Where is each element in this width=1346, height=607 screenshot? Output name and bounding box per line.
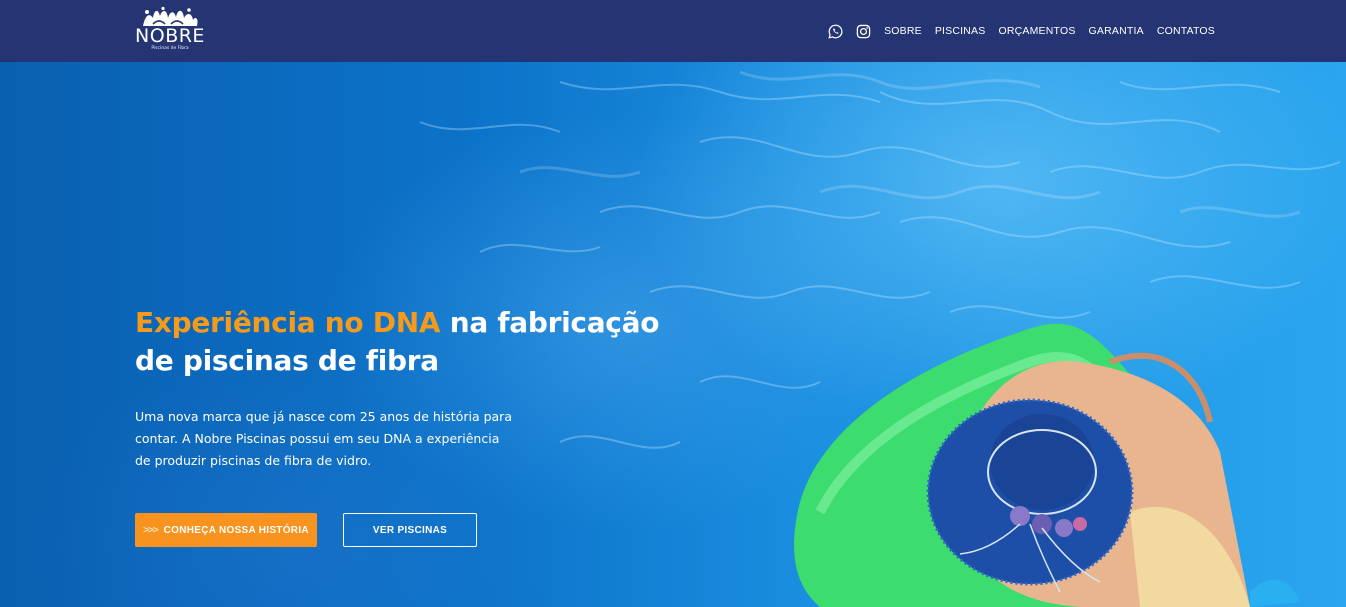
main-nav: SOBRE PISCINAS ORÇAMENTOS GARANTIA CONTA… — [828, 0, 1215, 62]
hero-title-accent: Experiência no DNA — [135, 306, 441, 339]
hero-description: Uma nova marca que já nasce com 25 anos … — [135, 409, 512, 468]
conheca-nossa-historia-button[interactable]: >>> CONHEÇA NOSSA HISTÓRIA — [135, 513, 317, 547]
nav-garantia[interactable]: GARANTIA — [1089, 25, 1144, 37]
nav-sobre[interactable]: SOBRE — [884, 25, 922, 37]
instagram-icon[interactable] — [856, 24, 871, 39]
nav-orcamentos[interactable]: ORÇAMENTOS — [998, 25, 1075, 37]
ver-piscinas-button[interactable]: VER PISCINAS — [343, 513, 477, 547]
hero-title: Experiência no DNA na fabricação de pisc… — [135, 304, 695, 380]
whatsapp-icon[interactable] — [828, 24, 843, 39]
logo-wordmark: NOBRE — [135, 25, 205, 47]
woman-on-pool-float-image — [794, 323, 1300, 607]
logo-tagline: Piscinas de Fibra — [151, 46, 189, 51]
conheca-nossa-historia-label: CONHEÇA NOSSA HISTÓRIA — [163, 524, 309, 536]
nav-contatos[interactable]: CONTATOS — [1157, 25, 1215, 37]
ver-piscinas-label: VER PISCINAS — [372, 524, 448, 536]
site-header: NOBRE Piscinas de Fibra SOBRE PISCINAS O… — [0, 0, 1346, 62]
nobre-logo[interactable]: NOBRE Piscinas de Fibra — [133, 6, 207, 54]
nav-piscinas[interactable]: PISCINAS — [935, 25, 986, 37]
hero-section: Experiência no DNA na fabricação de pisc… — [0, 62, 1346, 607]
chevrons-right-icon: >>> — [143, 524, 159, 536]
